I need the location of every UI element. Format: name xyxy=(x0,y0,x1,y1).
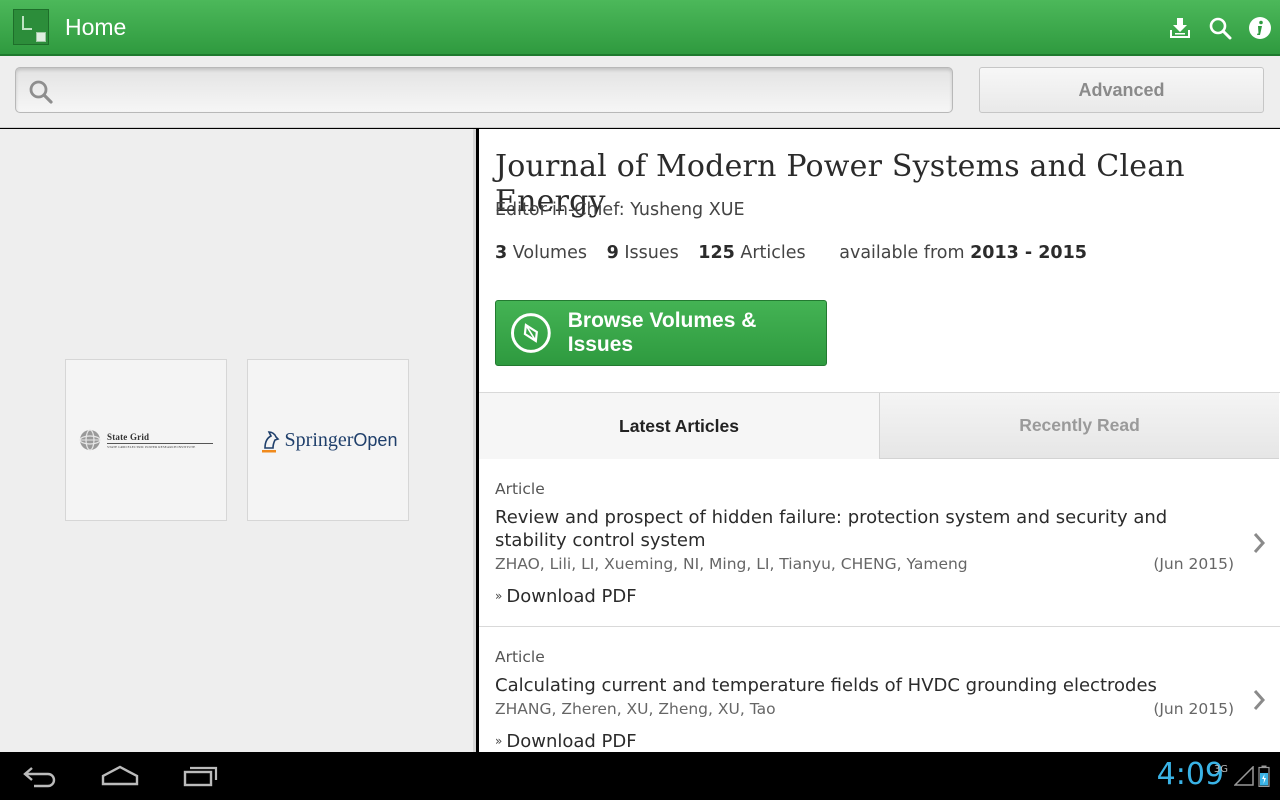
search-input[interactable] xyxy=(66,76,936,106)
articles-label: Articles xyxy=(740,243,806,263)
download-icon[interactable] xyxy=(1168,16,1192,40)
article-date: (Jun 2015) xyxy=(1153,555,1234,573)
battery-icon xyxy=(1258,765,1270,787)
browse-volumes-label: Browse Volumes & Issues xyxy=(567,309,757,356)
issues-label: Issues xyxy=(624,243,679,263)
article-tabs: Latest Articles Recently Read xyxy=(479,392,1280,459)
search-field-icon xyxy=(29,80,53,104)
download-pdf-link[interactable]: » Download PDF xyxy=(495,586,637,607)
springer-name: Springer xyxy=(284,428,354,451)
springer-open-logo-card: SpringerOpen xyxy=(247,359,409,521)
chevron-right-icon[interactable] xyxy=(1252,689,1266,711)
volumes-label: Volumes xyxy=(512,243,587,263)
article-title[interactable]: Calculating current and temperature fiel… xyxy=(495,674,1215,697)
system-nav-bar: 4:09 3G xyxy=(0,752,1280,800)
advanced-search-button[interactable]: Advanced xyxy=(979,67,1264,113)
springer-horse-icon xyxy=(261,431,280,453)
journal-cover-pane: State Grid STATE GRID ELECTRIC POWER RES… xyxy=(0,129,476,752)
article-authors: ZHAO, Lili, LI, Xueming, NI, Ming, LI, T… xyxy=(495,555,968,573)
chevron-right-icon[interactable] xyxy=(1252,532,1266,554)
state-grid-globe-icon xyxy=(79,429,101,451)
network-type: 3G xyxy=(1213,764,1228,775)
tab-latest-articles[interactable]: Latest Articles xyxy=(479,393,879,459)
search-box[interactable] xyxy=(15,67,953,113)
editor-in-chief: Editor-in-Chief: Yusheng XUE xyxy=(495,200,745,220)
journal-stats: 3 Volumes 9 Issues 125 Articles availabl… xyxy=(495,243,1087,263)
article-type: Article xyxy=(495,480,545,498)
article-title[interactable]: Review and prospect of hidden failure: p… xyxy=(495,506,1215,552)
home-icon[interactable] xyxy=(100,762,140,790)
download-pdf-label: Download PDF xyxy=(506,731,637,752)
article-type: Article xyxy=(495,648,545,666)
issues-count: 9 xyxy=(606,243,619,263)
journal-details-pane: Journal of Modern Power Systems and Clea… xyxy=(479,129,1280,752)
state-grid-logo-card: State Grid STATE GRID ELECTRIC POWER RES… xyxy=(65,359,227,521)
compass-icon xyxy=(510,313,551,353)
search-row: Advanced xyxy=(0,56,1280,128)
app-icon[interactable] xyxy=(13,9,49,45)
available-label: available from xyxy=(839,243,965,263)
search-icon[interactable] xyxy=(1208,16,1232,40)
available-range: 2013 - 2015 xyxy=(970,243,1087,263)
info-icon[interactable] xyxy=(1248,16,1272,40)
article-authors: ZHANG, Zheren, XU, Zheng, XU, Tao xyxy=(495,700,776,718)
signal-icon xyxy=(1234,766,1254,786)
tab-recently-read[interactable]: Recently Read xyxy=(879,393,1279,459)
app-logo-mark xyxy=(22,16,32,30)
state-grid-name: State Grid xyxy=(107,431,150,442)
link-arrow-icon: » xyxy=(495,734,503,748)
action-bar-actions xyxy=(1168,0,1272,56)
springer-open-suffix: Open xyxy=(353,429,398,450)
article-list-item[interactable]: Article Calculating current and temperat… xyxy=(479,627,1280,752)
app-logo-badge xyxy=(36,32,46,42)
back-icon[interactable] xyxy=(22,762,58,790)
action-bar: Home xyxy=(0,0,1280,56)
state-grid-logo: State Grid STATE GRID ELECTRIC POWER RES… xyxy=(79,429,213,451)
articles-count: 125 xyxy=(698,243,735,263)
download-pdf-link[interactable]: » Download PDF xyxy=(495,731,637,752)
state-grid-subtitle: STATE GRID ELECTRIC POWER RESEARCH INSTI… xyxy=(107,442,213,449)
volumes-count: 3 xyxy=(495,243,508,263)
browse-volumes-button[interactable]: Browse Volumes & Issues xyxy=(495,300,827,366)
download-pdf-label: Download PDF xyxy=(506,586,637,607)
page-title: Home xyxy=(65,13,127,40)
article-date: (Jun 2015) xyxy=(1153,700,1234,718)
springer-open-logo: SpringerOpen xyxy=(259,426,398,454)
recent-apps-icon[interactable] xyxy=(182,762,220,790)
link-arrow-icon: » xyxy=(495,589,503,603)
article-list-item[interactable]: Article Review and prospect of hidden fa… xyxy=(479,459,1280,626)
